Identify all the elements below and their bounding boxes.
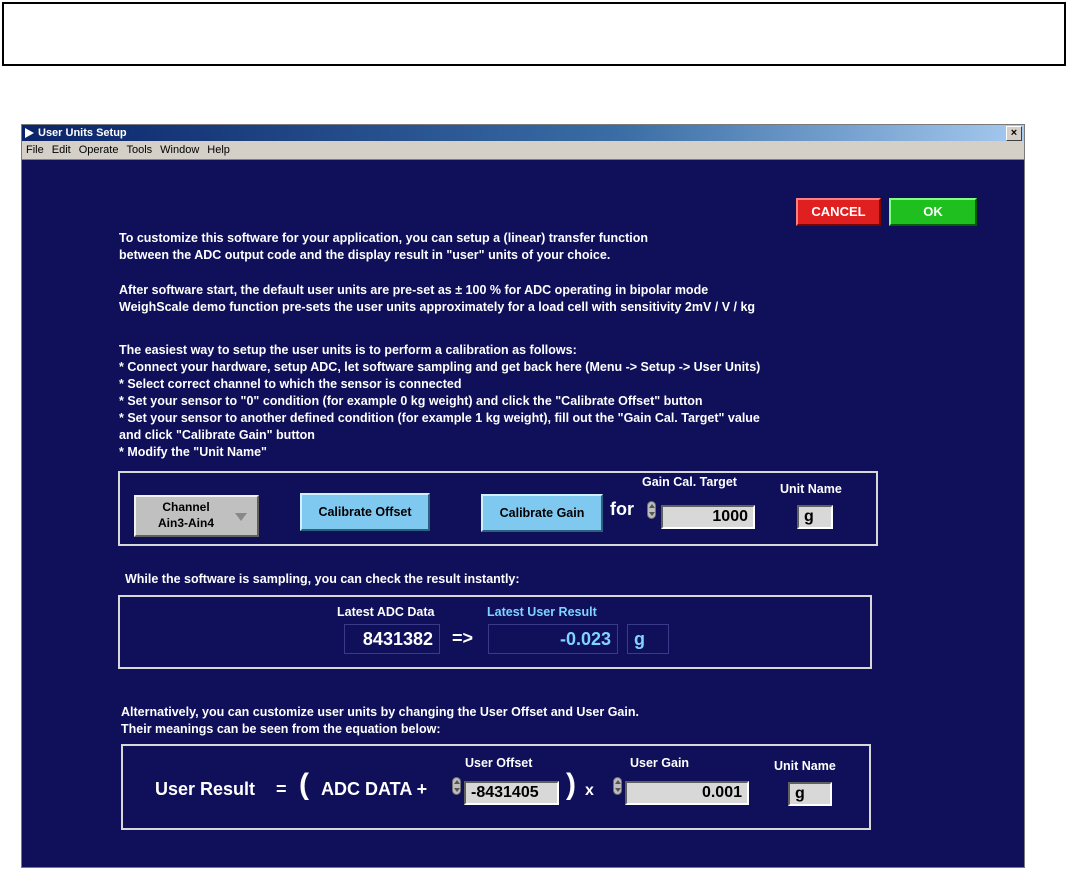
channel-value: Ain3-Ain4 <box>157 516 214 530</box>
window-title: User Units Setup <box>38 127 127 139</box>
equation-intro-1: Alternatively, you can customize user un… <box>121 705 639 719</box>
user-result-term: User Result <box>155 779 256 799</box>
equation-unit-field[interactable]: g <box>788 782 832 806</box>
defaults-line-2: WeighScale demo function pre-sets the us… <box>119 300 756 314</box>
unit-name-field[interactable]: g <box>797 505 833 529</box>
menu-tools[interactable]: Tools <box>122 141 156 156</box>
close-button[interactable]: × <box>1006 126 1022 141</box>
defaults-line-1: After software start, the default user u… <box>119 283 709 297</box>
channel-selector[interactable]: Channel Ain3-Ain4 <box>134 495 259 537</box>
menu-window[interactable]: Window <box>156 141 203 156</box>
menu-bar: File Edit Operate Tools Window Help <box>22 141 1024 160</box>
menu-edit[interactable]: Edit <box>48 141 75 156</box>
step-line: * Set your sensor to "0" condition (for … <box>119 394 703 408</box>
user-gain-field[interactable]: 0.001 <box>625 781 749 805</box>
gain-target-stepper[interactable] <box>647 501 656 519</box>
user-offset-label: User Offset <box>465 756 533 770</box>
menu-file[interactable]: File <box>22 141 48 156</box>
user-result-unit: g <box>627 624 669 654</box>
step-line: * Set your sensor to another defined con… <box>119 411 760 425</box>
title-bar: User Units Setup × <box>22 125 1024 141</box>
step-line: * Select correct channel to which the se… <box>119 377 462 391</box>
intro-line-2: between the ADC output code and the disp… <box>119 248 611 262</box>
adc-data-term: ADC DATA + <box>321 779 428 799</box>
user-gain-label: User Gain <box>630 756 690 770</box>
step-line: * Modify the "Unit Name" <box>119 445 267 459</box>
menu-operate[interactable]: Operate <box>75 141 123 156</box>
menu-help[interactable]: Help <box>203 141 234 156</box>
for-label: for <box>610 499 634 519</box>
cancel-button[interactable]: CANCEL <box>796 198 881 226</box>
app-arrow-icon <box>25 128 34 138</box>
sampling-intro: While the software is sampling, you can … <box>125 572 520 586</box>
blank-header-box <box>2 2 1066 66</box>
user-result-label: Latest User Result <box>487 605 597 619</box>
main-panel: CANCEL OK To customize this software for… <box>22 160 1024 868</box>
user-gain-stepper[interactable] <box>613 777 622 795</box>
steps-heading: The easiest way to setup the user units … <box>119 343 577 357</box>
dropdown-arrow-icon <box>235 513 247 521</box>
close-paren: ) <box>566 768 576 801</box>
user-result-value: -0.023 <box>488 624 618 654</box>
adc-data-label: Latest ADC Data <box>337 605 435 619</box>
equation-intro-2: Their meanings can be seen from the equa… <box>121 722 441 736</box>
open-paren: ( <box>299 768 309 801</box>
step-line: * Connect your hardware, setup ADC, let … <box>119 360 761 374</box>
gain-target-field[interactable]: 1000 <box>661 505 755 529</box>
step-line: and click "Calibrate Gain" button <box>119 428 315 442</box>
equals-sign: = <box>276 779 287 799</box>
equation-unit-label: Unit Name <box>774 759 836 773</box>
calibrate-gain-button[interactable]: Calibrate Gain <box>481 494 603 532</box>
adc-data-value: 8431382 <box>344 624 440 654</box>
channel-label: Channel <box>162 500 210 514</box>
unit-name-label: Unit Name <box>780 482 842 496</box>
gain-target-label: Gain Cal. Target <box>642 475 737 489</box>
user-offset-field[interactable]: -8431405 <box>464 781 559 805</box>
calibrate-offset-button[interactable]: Calibrate Offset <box>300 493 430 531</box>
user-offset-stepper[interactable] <box>452 777 461 795</box>
result-arrow: => <box>452 628 474 648</box>
intro-line-1: To customize this software for your appl… <box>119 231 649 245</box>
ok-button[interactable]: OK <box>889 198 977 226</box>
times-sign: x <box>585 782 594 799</box>
user-units-setup-window: User Units Setup × File Edit Operate Tools W… <box>21 124 1025 868</box>
